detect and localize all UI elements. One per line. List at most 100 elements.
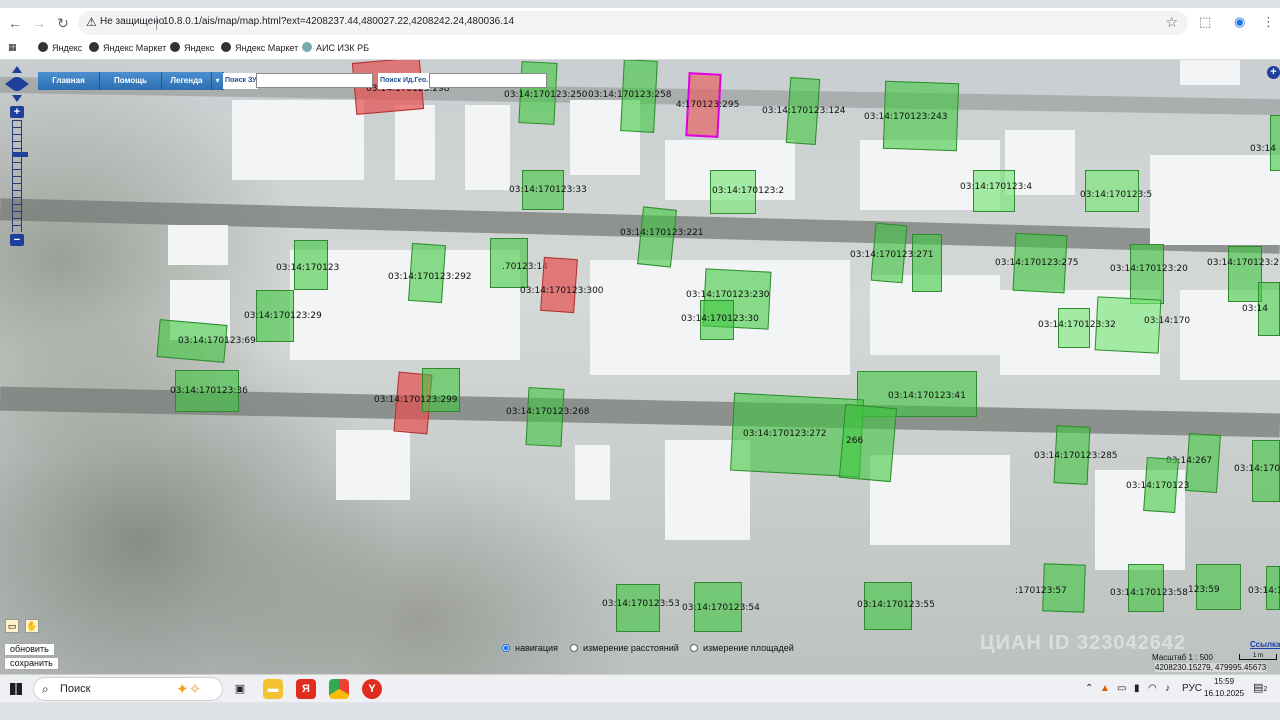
reload-icon[interactable]: ↻	[54, 14, 72, 32]
parcel-21[interactable]	[1228, 246, 1262, 302]
language-indicator[interactable]: РУС	[1182, 683, 1202, 694]
yandex-icon[interactable]: Y	[362, 679, 382, 699]
parcel-label: 03:14:170123:275	[995, 258, 1079, 268]
parcel-label: 03:14:170123:41	[888, 391, 966, 401]
clock-date[interactable]: 16.10.2025	[1204, 689, 1244, 698]
kebab-menu-icon[interactable]: ⋮	[1262, 14, 1275, 30]
print-tool-icon[interactable]: ▭	[5, 619, 19, 633]
parcel-label: 03:14:170123:54	[682, 603, 760, 613]
extensions-icon[interactable]: ⬚	[1199, 14, 1211, 30]
parcel-label: 03:14:170123	[276, 263, 340, 273]
menu-main[interactable]: Главная	[38, 72, 100, 90]
parcel-label: 03:14:170123:230	[686, 290, 770, 300]
yandex-icon	[170, 42, 180, 52]
bookmark-yandex-1[interactable]: Яндекс	[38, 42, 82, 53]
warning-triangle-icon[interactable]: ⚠	[86, 15, 97, 29]
copilot-sparkle-icon[interactable]: ✦✧	[176, 680, 201, 698]
search-icon: ⌕	[42, 682, 49, 696]
parcel-268[interactable]	[525, 387, 565, 447]
scale-bar: 1 m	[1239, 653, 1277, 660]
profile-icon[interactable]: ◉	[1234, 14, 1245, 30]
parcel-label: 03:14:170123:300	[520, 286, 604, 296]
file-explorer-icon[interactable]: ▬	[263, 679, 283, 699]
task-view-icon[interactable]: ▣	[230, 679, 250, 699]
tray-wifi-icon[interactable]: ◠	[1148, 683, 1157, 694]
parcel-300[interactable]	[540, 256, 578, 314]
taskbar: ⌕ Поиск ✦✧ ▣ ▬ Я Y ⌃ ▲ ▭ ▮ ◠ ♪ РУС 15:59…	[0, 674, 1280, 702]
parcel-label: 03:14:170123:32	[1038, 320, 1116, 330]
parcel-label: 03:14:170123:243	[864, 112, 948, 122]
back-arrow-icon[interactable]: ←	[6, 14, 24, 32]
menu-help[interactable]: Помощь	[100, 72, 162, 90]
parcel-label: 03:14:170123:55	[857, 600, 935, 610]
apps-grid-icon[interactable]: ▦	[8, 42, 17, 53]
zoom-slider[interactable]: + −	[10, 106, 28, 246]
building	[168, 225, 228, 265]
clock-time[interactable]: 15:59	[1214, 677, 1234, 686]
tray-monitor-icon[interactable]: ▭	[1117, 683, 1126, 694]
taskbar-search[interactable]: ⌕ Поиск ✦✧	[33, 677, 223, 701]
zoom-out-icon[interactable]: −	[10, 234, 24, 246]
parcel-label: 03:14:170123	[1126, 481, 1190, 491]
mode-distance[interactable]: измерение расстояний	[570, 643, 679, 653]
parcel-label: 03:14:170123:30	[681, 314, 759, 324]
yandex-browser-icon[interactable]: Я	[296, 679, 316, 699]
tray-chevron-icon[interactable]: ⌃	[1085, 683, 1093, 694]
tray-volume-icon[interactable]: ♪	[1165, 683, 1170, 694]
layer-switcher-plus-icon[interactable]: +	[1267, 66, 1280, 79]
search-geo-input[interactable]	[429, 73, 547, 88]
hand-tool-icon[interactable]: ✋	[25, 619, 39, 633]
parcel-label: 03:14	[1250, 144, 1276, 154]
zoom-handle[interactable]	[12, 152, 28, 157]
building	[232, 100, 364, 180]
links-anchor[interactable]: Ссылка	[1250, 640, 1280, 649]
parcel-label: 03:14:170123:4	[960, 182, 1033, 192]
tray-usb-icon[interactable]: ▮	[1134, 683, 1140, 694]
zoom-in-icon[interactable]: +	[10, 106, 24, 118]
parcel-label: 03:14:170	[1234, 464, 1280, 474]
mode-navigation[interactable]: навигация	[502, 643, 558, 653]
url-text[interactable]: 10.8.0.1/ais/map/map.html?ext=4208237.44…	[163, 16, 514, 27]
zoom-ticks[interactable]	[12, 120, 28, 232]
map-canvas[interactable]: 03:14:170123:298 03:14:170123:250 03:14:…	[0, 60, 1280, 674]
parcel-label: 03:14:170123:124	[762, 106, 846, 116]
building	[465, 105, 510, 190]
bookmark-star-icon[interactable]: ☆	[1165, 14, 1178, 31]
notifications-icon[interactable]: ▤2	[1253, 681, 1267, 694]
tray-app-icon[interactable]: ▲	[1100, 683, 1110, 694]
forward-arrow-icon[interactable]: →	[30, 14, 48, 32]
save-button[interactable]: сохранить	[4, 657, 59, 670]
parcel-label: 03:14:170123:69	[178, 336, 256, 346]
parcel-label: 03:14	[1242, 304, 1268, 314]
parcel-label: 4:170123:295	[676, 100, 740, 110]
parcel-label: 03:14:170123:258	[588, 90, 672, 100]
search-zu-label: Поиск ЗУ	[223, 73, 259, 89]
bookmarks-bar: ▦ Яндекс Яндекс Маркет Яндекс Яндекс Мар…	[0, 38, 1280, 60]
parcel-label: :170123:57	[1015, 586, 1067, 596]
pan-control-icon[interactable]	[5, 66, 29, 102]
radio-navigation[interactable]	[502, 644, 510, 652]
radio-area[interactable]	[690, 644, 698, 652]
parcel-label: 03:14:170123:58	[1110, 588, 1188, 598]
bookmark-ais-izk[interactable]: АИС ИЗК РБ	[302, 42, 369, 53]
parcel-299b[interactable]	[422, 368, 460, 412]
windows-start-icon[interactable]	[10, 683, 22, 695]
bookmark-yandex-2[interactable]: Яндекс	[170, 42, 214, 53]
parcel-271b[interactable]	[912, 234, 942, 292]
parcel-label: 266	[846, 436, 864, 446]
mode-area[interactable]: измерение площадей	[690, 643, 794, 653]
search-zu-input[interactable]	[256, 73, 373, 88]
address-bar[interactable]: ⚠ Не защищено 10.8.0.1/ais/map/map.html?…	[78, 11, 1188, 35]
chrome-icon[interactable]	[329, 679, 349, 699]
bookmark-yandex-market-1[interactable]: Яндекс Маркет	[89, 42, 166, 53]
browser-toolbar: ← → ↻ ⚠ Не защищено 10.8.0.1/ais/map/map…	[0, 8, 1280, 38]
building	[575, 445, 610, 500]
security-label[interactable]: Не защищено	[100, 16, 164, 27]
refresh-button[interactable]: обновить	[4, 643, 55, 656]
parcel-edge[interactable]	[1270, 115, 1280, 171]
menu-legend[interactable]: Легенда	[162, 72, 212, 90]
parcel-20[interactable]	[1130, 244, 1164, 304]
bookmark-yandex-market-2[interactable]: Яндекс Маркет	[221, 42, 298, 53]
radio-distance[interactable]	[570, 644, 578, 652]
parcel-label: 03:14:170123:221	[620, 228, 704, 238]
